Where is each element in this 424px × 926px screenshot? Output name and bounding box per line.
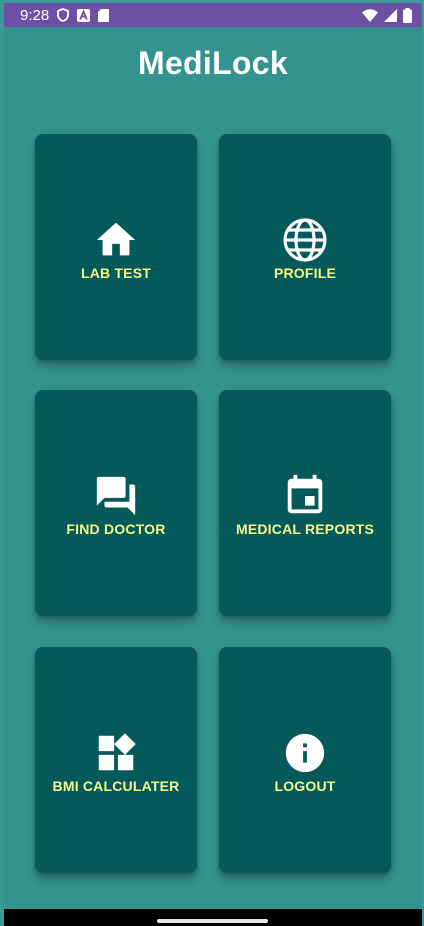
tile-label: PROFILE [273,265,337,281]
wifi-icon [362,8,378,22]
navigation-bar [4,909,422,926]
tile-label: MEDICAL REPORTS [235,521,375,537]
tile-label: FIND DOCTOR [66,521,166,537]
medical-reports-tile[interactable]: MEDICAL REPORTS [219,390,391,616]
logout-tile[interactable]: LOGOUT [219,647,391,873]
profile-tile[interactable]: PROFILE [219,134,391,360]
status-time: 9:28 [20,6,50,24]
home-icon [93,217,139,263]
status-bar: 9:28 [4,3,422,27]
bmi-calculater-tile[interactable]: BMI CALCULATER [35,647,197,873]
widgets-icon [93,730,139,776]
a-app-icon [77,8,91,22]
gesture-handle[interactable] [157,919,268,923]
signal-icon [384,8,397,22]
app-title: MediLock [138,45,288,81]
phone-screen: 9:28 MediLock LAB TEST PROFILE FIND DOCT… [0,0,424,926]
tile-label: LOGOUT [274,778,336,794]
tile-label: BMI CALCULATER [52,778,180,794]
info-icon [282,730,328,776]
globe-icon [282,217,328,263]
find-doctor-tile[interactable]: FIND DOCTOR [35,390,197,616]
calendar-icon [282,473,328,519]
app-content: MediLock LAB TEST PROFILE FIND DOCTOR ME… [4,27,422,909]
lab-test-tile[interactable]: LAB TEST [35,134,197,360]
sd-card-icon [98,8,110,22]
tile-label: LAB TEST [80,265,152,281]
shield-icon [57,8,70,22]
chat-icon [93,473,139,519]
battery-icon [403,7,412,23]
